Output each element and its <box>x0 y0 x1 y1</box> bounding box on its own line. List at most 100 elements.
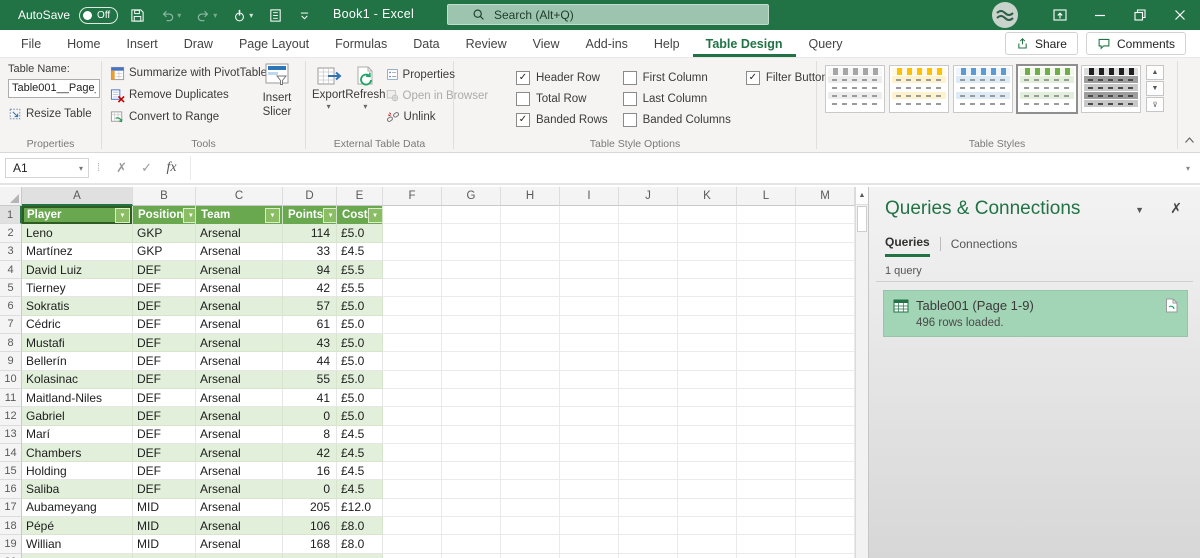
cell-J7[interactable] <box>619 315 678 335</box>
cell-K13[interactable] <box>678 425 737 444</box>
cell-C15[interactable]: Arsenal <box>196 462 283 481</box>
cell-G19[interactable] <box>442 535 501 554</box>
cell-B8[interactable]: DEF <box>133 334 196 353</box>
cell-M14[interactable] <box>796 443 855 463</box>
table-style-green[interactable] <box>1016 64 1078 114</box>
cell-F18[interactable] <box>383 517 442 536</box>
cell-B3[interactable]: GKP <box>133 242 196 261</box>
cell-H4[interactable] <box>501 260 560 280</box>
cell-B10[interactable]: DEF <box>133 370 196 389</box>
cell-F12[interactable] <box>383 407 442 426</box>
cell-M7[interactable] <box>796 315 855 335</box>
cell-B18[interactable]: MID <box>133 517 196 536</box>
cell-K4[interactable] <box>678 260 737 280</box>
cell-K2[interactable] <box>678 224 737 243</box>
cell-F10[interactable] <box>383 370 442 389</box>
cell-F3[interactable] <box>383 242 442 261</box>
cell-J20[interactable] <box>619 553 678 558</box>
cell-I11[interactable] <box>560 388 619 408</box>
cell-F4[interactable] <box>383 260 442 280</box>
cell-B12[interactable]: DEF <box>133 407 196 426</box>
cell-A18[interactable]: Pépé <box>22 517 133 536</box>
filter-button-position[interactable]: ▾ <box>183 207 195 223</box>
cell-E16[interactable]: £4.5 <box>337 480 383 499</box>
column-header-K[interactable]: K <box>678 187 737 206</box>
table-header-position[interactable]: Position ▾ <box>133 206 196 225</box>
restore-button[interactable] <box>1120 0 1160 30</box>
tab-file[interactable]: File <box>8 30 54 57</box>
user-avatar[interactable] <box>992 2 1018 28</box>
cell-C11[interactable]: Arsenal <box>196 388 283 408</box>
cell-I17[interactable] <box>560 498 619 518</box>
cell-B6[interactable]: DEF <box>133 297 196 316</box>
cell-H7[interactable] <box>501 315 560 335</box>
cell-E19[interactable]: £8.0 <box>337 535 383 554</box>
cell-I13[interactable] <box>560 425 619 444</box>
cell-E14[interactable]: £4.5 <box>337 443 383 463</box>
cell-K20[interactable] <box>678 553 737 558</box>
column-header-I[interactable]: I <box>560 187 619 206</box>
column-header-E[interactable]: E <box>337 187 383 206</box>
close-button[interactable] <box>1160 0 1200 30</box>
cell-I6[interactable] <box>560 297 619 316</box>
cell-I2[interactable] <box>560 224 619 243</box>
cell-F11[interactable] <box>383 388 442 408</box>
customize-quick-access-button[interactable] <box>295 0 314 30</box>
row-header-18[interactable]: 18 <box>0 517 22 536</box>
row-header-6[interactable]: 6 <box>0 297 22 316</box>
cell-J9[interactable] <box>619 352 678 371</box>
cell-L7[interactable] <box>737 315 796 335</box>
cell-I5[interactable] <box>560 279 619 298</box>
cell-A17[interactable]: Aubameyang <box>22 498 133 518</box>
cell-F8[interactable] <box>383 334 442 353</box>
cell-G7[interactable] <box>442 315 501 335</box>
cell-A15[interactable]: Holding <box>22 462 133 481</box>
cell-H11[interactable] <box>501 388 560 408</box>
style-gallery-up-button[interactable]: ▲ <box>1146 65 1164 80</box>
cell-D9[interactable]: 44 <box>283 352 337 371</box>
cell-D11[interactable]: 41 <box>283 388 337 408</box>
cell-H10[interactable] <box>501 370 560 389</box>
cell-D17[interactable]: 205 <box>283 498 337 518</box>
redo-button[interactable]: ▾ <box>193 0 220 30</box>
cell-B13[interactable]: DEF <box>133 425 196 444</box>
formula-input[interactable] <box>190 156 1176 180</box>
table-name-input[interactable] <box>8 78 100 98</box>
save-button[interactable] <box>127 0 148 30</box>
cell-K1[interactable] <box>678 206 737 225</box>
cell-H6[interactable] <box>501 297 560 316</box>
cell-H1[interactable] <box>501 206 560 225</box>
checkbox-banded-columns[interactable]: Banded Columns <box>622 109 731 130</box>
cell-B4[interactable]: DEF <box>133 260 196 280</box>
cell-A3[interactable]: Martínez <box>22 242 133 261</box>
cell-C8[interactable]: Arsenal <box>196 334 283 353</box>
cell-L11[interactable] <box>737 388 796 408</box>
tab-table-design[interactable]: Table Design <box>693 30 796 57</box>
cell-B15[interactable]: DEF <box>133 462 196 481</box>
cell-F5[interactable] <box>383 279 442 298</box>
cell-C20[interactable] <box>196 553 283 558</box>
checkbox-last-column-box[interactable] <box>622 91 637 106</box>
cell-F19[interactable] <box>383 535 442 554</box>
cell-J11[interactable] <box>619 388 678 408</box>
cell-A4[interactable]: David Luiz <box>22 260 133 280</box>
cell-G2[interactable] <box>442 224 501 243</box>
cell-E8[interactable]: £5.0 <box>337 334 383 353</box>
table-header-team[interactable]: Team ▾ <box>196 206 283 225</box>
cell-H13[interactable] <box>501 425 560 444</box>
cell-H3[interactable] <box>501 242 560 261</box>
row-header-8[interactable]: 8 <box>0 334 22 353</box>
cell-E13[interactable]: £4.5 <box>337 425 383 444</box>
cell-B7[interactable]: DEF <box>133 315 196 335</box>
insert-function-button[interactable]: fx <box>159 160 184 176</box>
checkbox-header-row[interactable]: ✓ Header Row <box>516 67 608 88</box>
vertical-scrollbar[interactable]: ▲ <box>855 187 868 558</box>
cell-L18[interactable] <box>737 517 796 536</box>
table-header-points[interactable]: Points ▾ <box>283 206 337 225</box>
cell-M8[interactable] <box>796 334 855 353</box>
column-header-M[interactable]: M <box>796 187 855 206</box>
cell-A7[interactable]: Cédric <box>22 315 133 335</box>
filter-button-team[interactable]: ▾ <box>265 207 280 223</box>
cell-F20[interactable] <box>383 553 442 558</box>
cell-I16[interactable] <box>560 480 619 499</box>
